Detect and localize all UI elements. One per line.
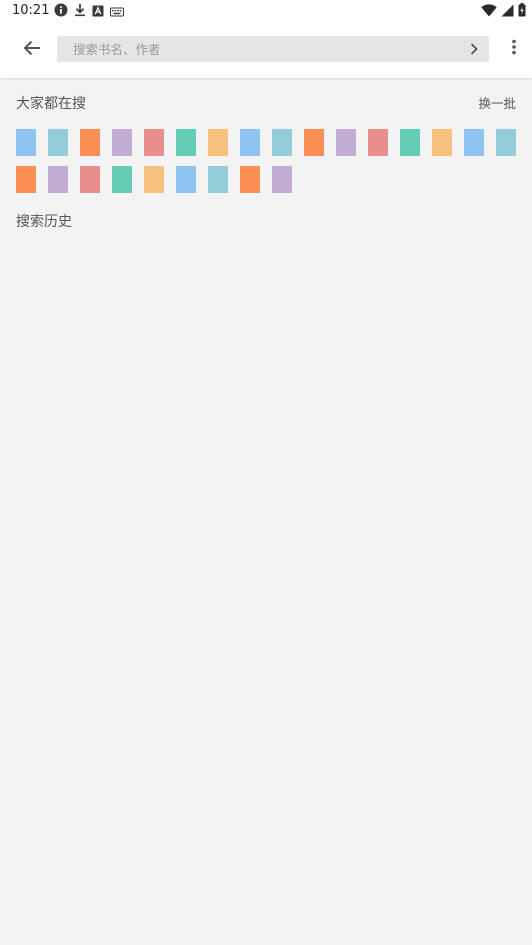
keyboard-icon: [110, 2, 124, 21]
hot-search-tag[interactable]: [80, 129, 100, 156]
refresh-hot-search-button[interactable]: 换一批: [478, 95, 516, 113]
back-button[interactable]: [14, 32, 50, 68]
hot-search-tag[interactable]: [48, 166, 68, 193]
hot-search-tag[interactable]: [400, 129, 420, 156]
hot-search-list: [16, 129, 516, 193]
app-bar: [0, 22, 532, 78]
status-bar: 10:21: [0, 0, 532, 22]
hot-search-tag[interactable]: [16, 166, 36, 193]
search-submit-button[interactable]: [459, 36, 489, 62]
search-history-title: 搜索历史: [16, 214, 72, 230]
hot-search-tag[interactable]: [48, 129, 68, 156]
hot-search-tag[interactable]: [272, 166, 292, 193]
arrow-back-icon: [23, 40, 41, 60]
hot-search-title: 大家都在搜: [16, 96, 86, 112]
hot-search-tag[interactable]: [176, 166, 196, 193]
battery-icon: [518, 2, 526, 21]
hot-search-tag[interactable]: [80, 166, 100, 193]
hot-search-tag[interactable]: [208, 129, 228, 156]
status-notification-icons: [54, 3, 124, 19]
hot-search-tag[interactable]: [208, 166, 228, 193]
info-icon: [54, 2, 68, 21]
search-input[interactable]: [57, 36, 459, 62]
hot-search-tag[interactable]: [240, 166, 260, 193]
more-vertical-icon: [512, 39, 516, 59]
hot-search-tag[interactable]: [496, 129, 516, 156]
text-a-icon: [92, 2, 104, 21]
more-options-button[interactable]: [502, 34, 526, 64]
search-box: [57, 36, 489, 62]
hot-search-tag[interactable]: [112, 166, 132, 193]
hot-search-tag[interactable]: [304, 129, 324, 156]
wifi-icon: [481, 2, 497, 21]
hot-search-tag[interactable]: [16, 129, 36, 156]
hot-search-tag[interactable]: [336, 129, 356, 156]
hot-search-tag[interactable]: [368, 129, 388, 156]
chevron-right-icon: [470, 40, 478, 59]
status-system-icons: [481, 2, 526, 21]
status-time: 10:21: [12, 3, 50, 18]
hot-search-tag[interactable]: [432, 129, 452, 156]
hot-search-tag[interactable]: [176, 129, 196, 156]
hot-search-tag[interactable]: [112, 129, 132, 156]
hot-search-tag[interactable]: [240, 129, 260, 156]
hot-search-tag[interactable]: [144, 129, 164, 156]
hot-search-tag[interactable]: [464, 129, 484, 156]
signal-icon: [501, 2, 514, 21]
download-icon: [74, 2, 86, 21]
hot-search-tag[interactable]: [272, 129, 292, 156]
hot-search-tag[interactable]: [144, 166, 164, 193]
